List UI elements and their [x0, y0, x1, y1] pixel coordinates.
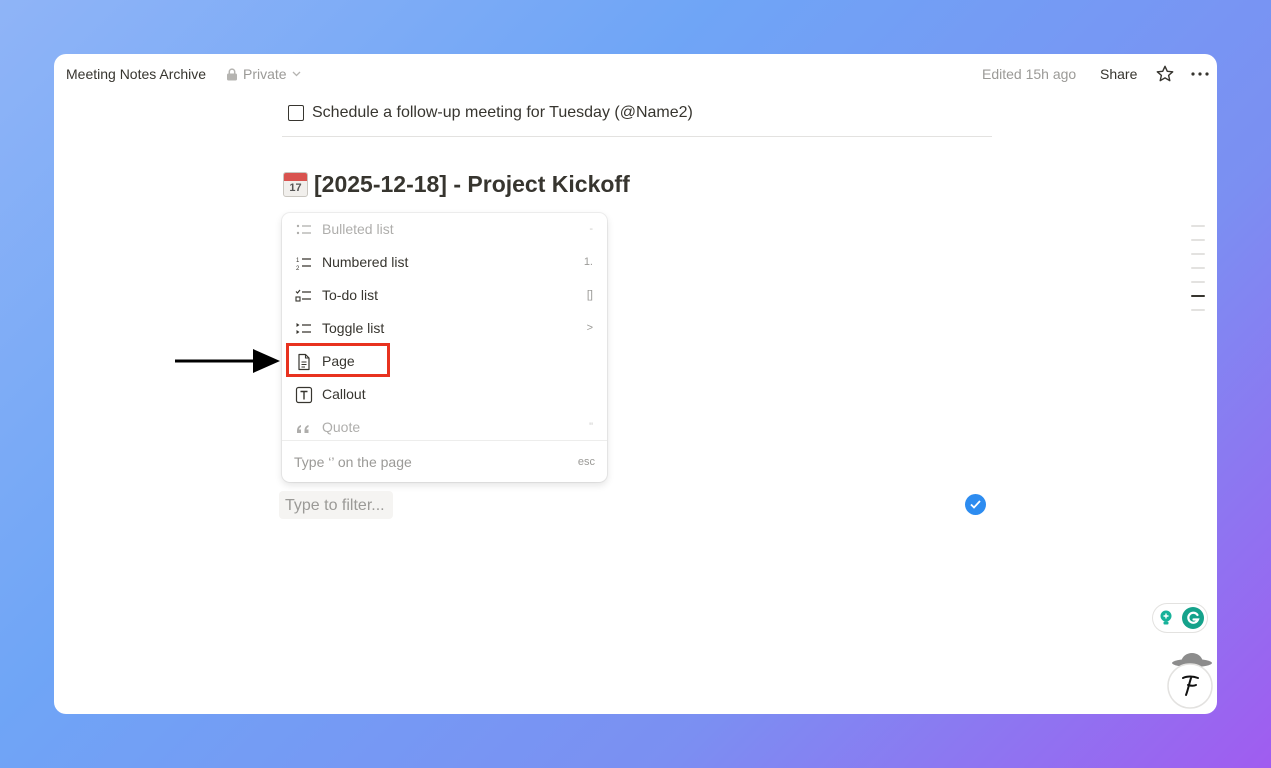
toc-line — [1191, 281, 1205, 283]
todo-checkbox[interactable] — [288, 105, 304, 121]
toc-line — [1191, 253, 1205, 255]
svg-text:2: 2 — [296, 266, 300, 272]
calendar-icon: 17 — [283, 172, 308, 197]
toc-line — [1191, 225, 1205, 227]
privacy-dropdown[interactable]: Private — [226, 66, 301, 82]
menu-item-label: Bulleted list — [322, 221, 394, 237]
toggle-list-icon — [296, 323, 311, 334]
numbered-list-icon: 12 — [296, 258, 311, 272]
notion-window: Meeting Notes Archive Private Edited 15h… — [54, 54, 1217, 714]
menu-item-shortcut: [] — [586, 289, 593, 301]
menu-item-numbered-list[interactable]: 12 Numbered list 1. — [282, 246, 607, 279]
annotation-arrow-icon — [175, 349, 280, 373]
section-heading[interactable]: 17 [2025-12-18] - Project Kickoff — [283, 171, 630, 198]
menu-item-toggle-list[interactable]: Toggle list > — [282, 312, 607, 345]
menu-item-shortcut: > — [586, 322, 593, 334]
todo-text[interactable]: Schedule a follow-up meeting for Tuesday… — [312, 104, 693, 122]
page-icon — [298, 353, 310, 371]
grammarly-icon[interactable] — [1182, 607, 1204, 629]
check-icon[interactable] — [965, 494, 986, 515]
divider — [282, 136, 992, 137]
calendar-icon-day: 17 — [289, 182, 302, 194]
menu-footer-hint: Type ‘’ on the page — [294, 454, 412, 470]
toc-line — [1191, 309, 1205, 311]
top-bar: Meeting Notes Archive Private Edited 15h… — [54, 54, 1217, 94]
menu-item-callout[interactable]: Callout — [282, 378, 607, 411]
toc-line — [1191, 239, 1205, 241]
menu-esc-hint[interactable]: esc — [578, 456, 595, 468]
chevron-down-icon — [292, 71, 301, 77]
table-of-contents-indicator[interactable] — [1191, 225, 1205, 323]
share-button[interactable]: Share — [1100, 66, 1137, 82]
heading-text: [2025-12-18] - Project Kickoff — [314, 171, 630, 197]
callout-icon — [295, 386, 313, 404]
menu-item-label: Numbered list — [322, 254, 409, 270]
block-type-menu: Bulleted list - 12 Numbered list 1. To-d… — [282, 213, 607, 482]
menu-item-shortcut: " — [589, 421, 593, 433]
bulleted-list-icon — [296, 224, 311, 235]
grammarly-widget[interactable] — [1153, 604, 1207, 632]
menu-item-bulleted-list[interactable]: Bulleted list - — [282, 213, 607, 246]
filter-input[interactable]: Type to filter... — [279, 491, 393, 519]
notion-ai-helper-icon[interactable] — [1166, 652, 1214, 710]
menu-item-shortcut: 1. — [583, 256, 593, 268]
quote-icon — [297, 425, 309, 433]
menu-item-label: Page — [322, 353, 355, 369]
edited-timestamp: Edited 15h ago — [982, 66, 1077, 82]
menu-item-label: Toggle list — [322, 320, 385, 336]
lightbulb-icon[interactable] — [1156, 608, 1176, 628]
toc-line — [1191, 267, 1205, 269]
menu-item-shortcut: - — [589, 223, 593, 235]
menu-item-label: To-do list — [322, 287, 379, 303]
star-icon[interactable] — [1155, 64, 1175, 84]
todo-item: Schedule a follow-up meeting for Tuesday… — [288, 104, 693, 122]
privacy-label: Private — [243, 66, 287, 82]
svg-text:1: 1 — [296, 258, 300, 264]
menu-item-label: Callout — [322, 386, 366, 402]
toc-line-active — [1191, 295, 1205, 297]
menu-item-label: Quote — [322, 419, 361, 435]
more-options-icon[interactable] — [1190, 64, 1210, 84]
menu-item-todo-list[interactable]: To-do list [] — [282, 279, 607, 312]
menu-footer: Type ‘’ on the page esc — [282, 440, 607, 482]
breadcrumb-page-title[interactable]: Meeting Notes Archive — [66, 66, 206, 82]
lock-icon — [227, 67, 237, 80]
todo-list-icon — [295, 289, 311, 302]
menu-item-page[interactable]: Page — [282, 345, 607, 378]
